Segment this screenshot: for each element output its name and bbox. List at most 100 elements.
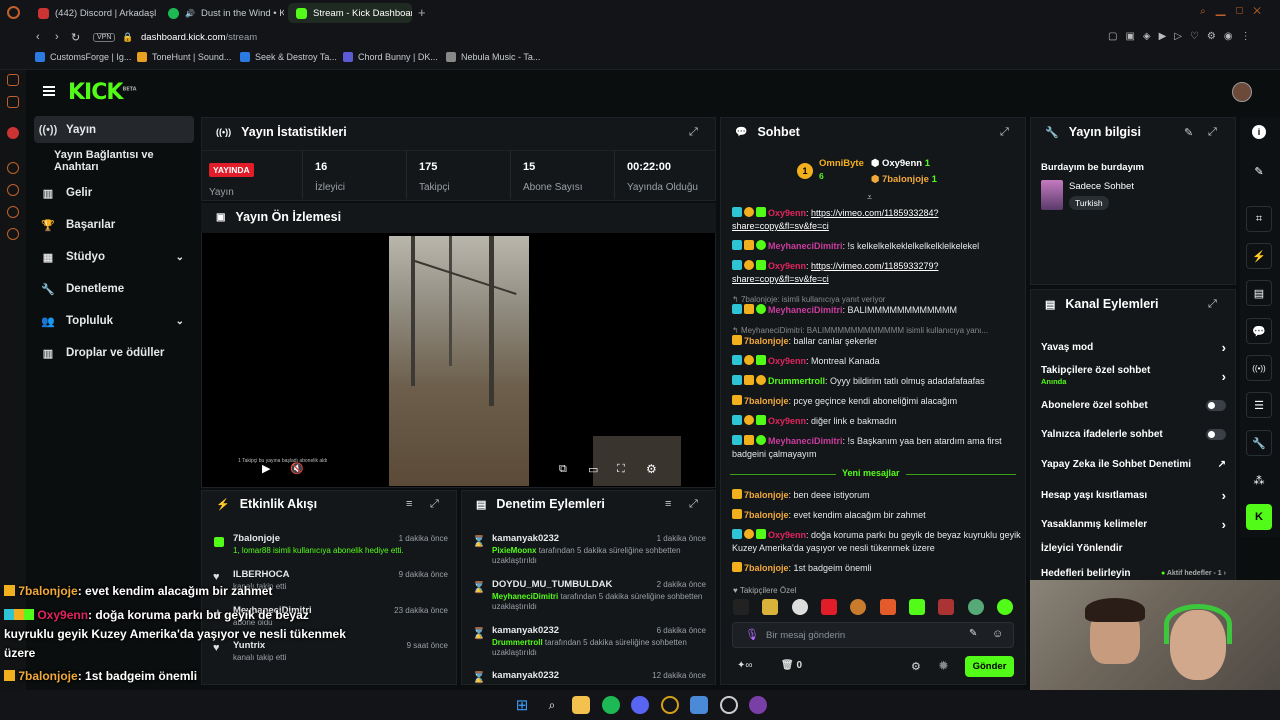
emote-icon[interactable] — [967, 599, 984, 615]
list-icon[interactable]: ☰ — [1246, 392, 1272, 418]
bookmark-item[interactable]: Seek & Destroy Ta... — [240, 52, 337, 62]
chat-message[interactable]: 7balonjoje: ballar canlar şekerler — [732, 335, 1022, 348]
popout-icon[interactable]: ⤢ — [689, 126, 698, 139]
top-gifter[interactable]: OmniByte 6 — [819, 158, 864, 181]
new-tab-button[interactable]: + — [418, 5, 426, 20]
info-icon[interactable]: i — [1252, 125, 1266, 139]
points-counter[interactable]: 🗑 0 — [781, 660, 802, 671]
event-item[interactable]: 7balonjoje 1, lomar88 isimli kullanıcıya… — [212, 533, 448, 555]
chat-message[interactable]: MeyhaneciDimitri: !s kelkelkelkeklelkelk… — [732, 240, 1022, 253]
category-thumbnail[interactable] — [1041, 180, 1063, 210]
action-followers-only[interactable]: Takipçilere özel sohbet Anında › — [1041, 365, 1226, 386]
nav-item-achievements[interactable]: 🏆 Başarılar — [34, 213, 194, 237]
bolt-icon[interactable]: ⚡ — [1246, 243, 1272, 269]
mod-action-item[interactable]: ⌛ kamanyak0232 12 dakika önce — [470, 670, 706, 684]
nav-item-moderation[interactable]: 🔧 Denetleme — [34, 277, 194, 301]
community-icon[interactable]: ⁂ — [1246, 467, 1272, 493]
opera-sidebar-icon[interactable] — [7, 74, 19, 86]
fullscreen-icon[interactable]: ⛶ — [617, 463, 625, 476]
popout-icon[interactable]: ⤢ — [689, 498, 698, 511]
nav-item-revenue[interactable]: ▥ Gelir — [34, 181, 194, 205]
filter-icon[interactable]: ≡ — [406, 498, 412, 510]
steam-icon[interactable] — [720, 696, 738, 714]
chat-message[interactable]: MeyhaneciDimitri: !s Başkanım yaa ben at… — [732, 435, 1022, 461]
obs-icon[interactable] — [749, 696, 767, 714]
emote-icon[interactable] — [879, 599, 896, 615]
wrench-icon[interactable]: 🔧 — [1246, 430, 1272, 456]
clipboard-icon[interactable]: ▤ — [1246, 280, 1272, 306]
emoji-icon[interactable]: ☺ — [992, 628, 1003, 640]
chat-message[interactable]: 7balonjoje: 1st badgeim önemli — [732, 562, 1022, 575]
emotes-only-toggle[interactable] — [1206, 429, 1226, 440]
windows-start-icon[interactable]: ⊞ — [513, 696, 531, 714]
avatar[interactable] — [1232, 82, 1252, 102]
opera-sidebar-icon[interactable] — [7, 96, 19, 108]
kick-logo[interactable]: KICKBETA — [68, 80, 137, 105]
top-gifter[interactable]: ⬢ 7balonjoje 1 — [871, 174, 937, 185]
back-icon[interactable]: ‹ — [36, 31, 40, 43]
top-gifter[interactable]: ⬢ Oxy9enn 1 — [871, 158, 930, 169]
emote-icon[interactable] — [938, 599, 955, 615]
subscribers-only-toggle[interactable] — [1206, 400, 1226, 411]
event-item[interactable]: ♥ Yuntrix kanalı takip etti 9 saat önce — [212, 640, 448, 662]
action-goals[interactable]: Hedefleri belirleyin ● Aktif hedefler - 1… — [1041, 568, 1226, 579]
mod-tools-icon[interactable]: ✹ — [938, 658, 949, 674]
send-button[interactable]: Gönder — [965, 656, 1014, 677]
tab-kick[interactable]: Stream - Kick Dashboard — [288, 3, 412, 23]
mod-action-item[interactable]: ⌛ kamanyak0232 Drummertroll tarafından 5… — [470, 625, 706, 658]
opera-sidebar-icon[interactable] — [7, 206, 19, 218]
category-name[interactable]: Sadece Sohbet — [1069, 181, 1134, 192]
browser-toolbar-icons[interactable]: ▢▣◈▶▷♡⚙◉⋮ — [1108, 31, 1259, 42]
settings-gear-icon[interactable]: ⚙ — [646, 462, 657, 476]
reload-icon[interactable]: ↻ — [71, 31, 80, 44]
emote-icon[interactable] — [820, 599, 837, 615]
url-field[interactable]: dashboard.kick.com/stream — [141, 32, 257, 43]
mod-action-item[interactable]: ⌛ DOYDU_MU_TUMBULDAK MeyhaneciDimitri ta… — [470, 579, 706, 612]
action-raid[interactable]: İzleyici Yönlendir — [1041, 543, 1226, 554]
action-slow-mode[interactable]: Yavaş mod › — [1041, 340, 1226, 355]
forward-icon[interactable]: › — [55, 31, 59, 43]
opera-sidebar-icon[interactable] — [7, 127, 19, 139]
chat-settings-gear-icon[interactable]: ⚙ — [911, 660, 921, 673]
tab-discord[interactable]: (442) Discord | Arkadaşlar — [30, 3, 156, 23]
mod-action-item[interactable]: ⌛ kamanyak0232 PixieMoonx tarafından 5 d… — [470, 533, 706, 566]
chat-message[interactable]: Drummertroll: Oyyy bildirim tatlı olmuş … — [732, 375, 1022, 388]
app-icon[interactable] — [690, 696, 708, 714]
chat-icon[interactable]: 💬 — [1246, 318, 1272, 344]
nav-item-drops[interactable]: ▥ Droplar ve ödüller — [34, 341, 194, 365]
theater-icon[interactable]: ▭ — [588, 463, 598, 476]
search-icon[interactable]: ⌕ — [543, 696, 561, 714]
nav-item-studio[interactable]: ▦ Stüdyo ⌄ — [34, 245, 194, 269]
bookmark-item[interactable]: CustomsForge | Ig... — [35, 52, 131, 62]
spotify-icon[interactable] — [602, 696, 620, 714]
hamburger-menu-icon[interactable] — [43, 86, 55, 96]
popout-icon[interactable]: ⤢ — [430, 498, 439, 511]
popout-icon[interactable]: ⤢ — [1000, 126, 1009, 139]
chat-message[interactable]: Oxy9enn: https://vimeo.com/1185933279?sh… — [732, 260, 1022, 286]
chat-message[interactable]: Oxy9enn: Montreal Kanada — [732, 355, 1022, 368]
emote-icon[interactable] — [996, 599, 1013, 615]
chat-message[interactable]: Oxy9enn: doğa koruma parkı bu geyik de b… — [732, 529, 1022, 555]
emote-icon[interactable] — [850, 599, 867, 615]
opera-sidebar-icon[interactable] — [7, 162, 19, 174]
radio-icon[interactable]: ((•)) — [1246, 355, 1272, 381]
action-emotes-only[interactable]: Yalnızca ifadelerle sohbet — [1041, 429, 1226, 440]
kick-app-icon[interactable]: K — [1246, 504, 1272, 530]
opera-sidebar-icon[interactable] — [7, 184, 19, 196]
emote-icon[interactable] — [733, 599, 749, 615]
nav-item-stream[interactable]: ((•)) Yayın — [34, 116, 194, 143]
window-controls[interactable]: ⌕▁▢✕ — [1200, 6, 1271, 17]
edit-pencil-icon[interactable]: ✎ — [1184, 126, 1193, 139]
play-icon[interactable]: ▶ — [262, 462, 270, 475]
chat-message[interactable]: Oxy9enn: https://vimeo.com/1185933284?sh… — [732, 207, 1022, 233]
translate-icon[interactable]: ✎ — [969, 628, 977, 639]
discord-icon[interactable] — [631, 696, 649, 714]
bookmark-item[interactable]: Nebula Music - Ta... — [446, 52, 540, 62]
edit-pencil-icon[interactable]: ✎ — [1246, 158, 1272, 184]
emote-icon[interactable] — [791, 599, 808, 615]
file-explorer-icon[interactable] — [572, 696, 590, 714]
popout-icon[interactable]: ⤢ — [1208, 298, 1217, 311]
chat-message[interactable]: 7balonjoje: evet kendim alacağım bir zah… — [732, 509, 1022, 522]
video-frame[interactable] — [389, 236, 529, 486]
mic-icon[interactable]: 🎙 — [745, 628, 759, 641]
